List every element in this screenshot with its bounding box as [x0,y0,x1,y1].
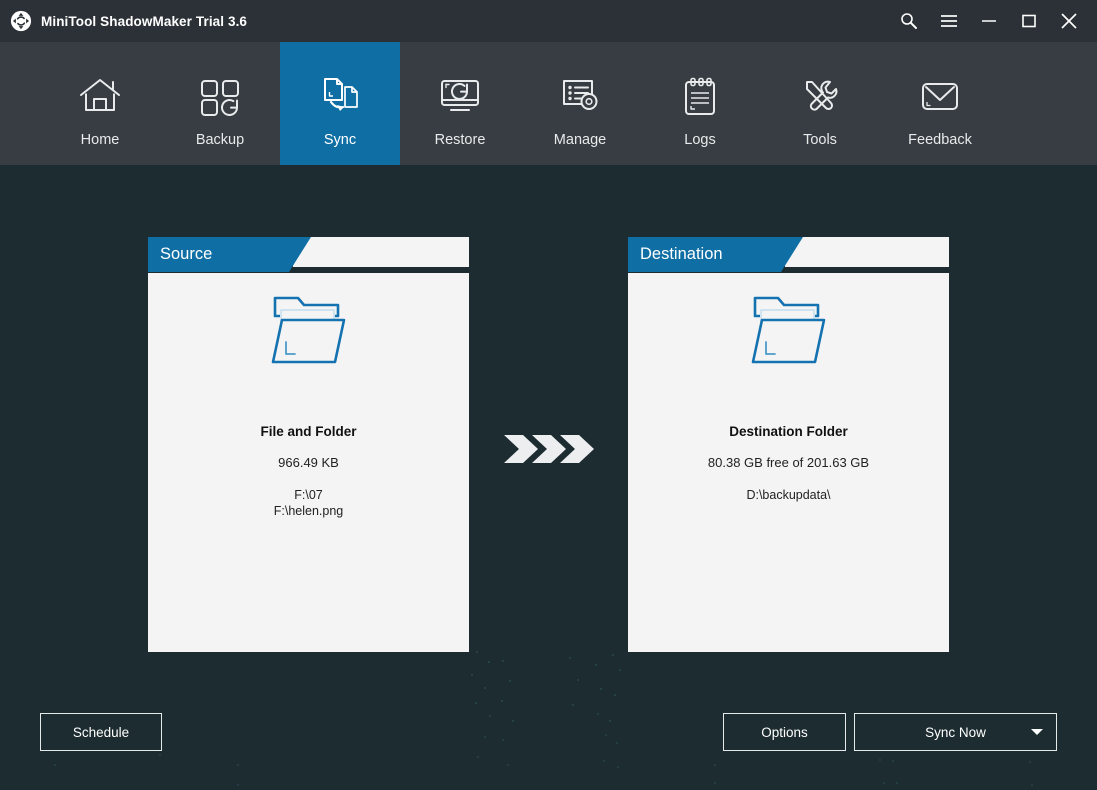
home-icon [80,79,120,111]
sync-documents-icon [324,78,358,111]
options-button[interactable]: Options [723,713,846,751]
restore-monitor-icon [441,80,479,111]
nav-label: Backup [195,132,245,148]
sync-now-button[interactable]: Sync Now [854,713,1057,751]
destination-panel: Destination Destination Folder 80.38 GB … [628,237,949,652]
destination-folder-button[interactable] [748,285,830,373]
nav-label: Feedback [908,132,972,148]
destination-header-strip [785,237,949,267]
nav-item-restore[interactable]: Restore [400,42,520,165]
source-panel: Source File and Folder 966.49 KB F:\07 F [148,237,469,652]
nav-item-feedback[interactable]: Feedback [880,42,1000,165]
feedback-envelope-icon [922,83,958,110]
destination-panel-body[interactable]: Destination Folder 80.38 GB free of 201.… [628,273,949,652]
nav-item-home[interactable]: Home [40,42,160,165]
sync-now-group: Sync Now [854,713,1057,751]
destination-tab: Destination [628,237,803,272]
destination-free-space: 80.38 GB free of 201.63 GB [707,455,870,470]
tools-wrench-screwdriver-icon [806,80,838,111]
source-tab-label: Source [160,245,213,263]
search-button[interactable] [889,0,929,42]
window-title: MiniTool ShadowMaker Trial 3.6 [41,13,248,29]
close-button[interactable] [1049,0,1089,42]
nav-icon-wrap [917,69,963,125]
app-window: MiniTool ShadowMaker Trial 3.6 Home Back… [0,0,1097,790]
nav-icon-wrap [198,69,242,125]
manage-list-gear-icon [563,80,598,110]
window-controls [889,0,1089,42]
nav-icon-wrap [437,69,483,125]
logs-clipboard-icon [685,77,715,115]
destination-panel-header: Destination [628,237,949,272]
source-size: 966.49 KB [278,455,339,470]
source-path-1: F:\helen.png [273,504,344,518]
folder-icon [751,296,825,364]
maximize-icon [1022,14,1036,28]
nav-label: Home [80,132,120,148]
nav-item-logs[interactable]: Logs [640,42,760,165]
nav-item-backup[interactable]: Backup [160,42,280,165]
source-panel-body[interactable]: File and Folder 966.49 KB F:\07 F:\helen… [148,273,469,652]
source-folder-button[interactable] [268,285,350,373]
nav-icon-wrap [558,69,602,125]
nav-item-sync[interactable]: Sync [280,42,400,165]
nav-icon-wrap [680,69,720,125]
minimize-icon [982,20,996,22]
transfer-arrows [500,428,600,470]
title-bar: MiniTool ShadowMaker Trial 3.6 [0,0,1097,42]
schedule-button[interactable]: Schedule [40,713,162,751]
destination-tab-label: Destination [640,245,723,263]
folder-icon [271,296,345,364]
destination-title: Destination Folder [729,424,848,439]
triple-chevron-right-icon [504,435,594,463]
caret-down-icon[interactable] [1031,729,1043,735]
nav-label: Restore [434,132,486,148]
source-tab: Source [148,237,311,272]
nav-icon-wrap [798,69,842,125]
menu-button[interactable] [929,0,969,42]
nav-icon-wrap [77,69,123,125]
source-path-0: F:\07 [294,488,323,502]
nav-icon-wrap [318,69,362,125]
backup-squares-icon [201,80,239,116]
maximize-button[interactable] [1009,0,1049,42]
nav-label: Sync [323,132,357,148]
source-panel-header: Source [148,237,469,272]
minimize-button[interactable] [969,0,1009,42]
sync-content-area: Source File and Folder 966.49 KB F:\07 F [0,165,1097,790]
close-icon [1061,13,1077,29]
search-icon [901,13,917,29]
destination-paths: D:\backupdata\ [746,487,830,503]
nav-label: Manage [553,132,607,148]
main-navigation: Home Backup Sync Restore Manage Logs Too… [0,42,1097,165]
hamburger-menu-icon [941,15,957,27]
source-paths: F:\07 F:\helen.png [274,487,344,519]
nav-label: Logs [684,132,716,148]
source-header-strip [293,237,469,267]
source-title: File and Folder [260,424,357,439]
nav-label: Tools [803,132,837,148]
nav-item-manage[interactable]: Manage [520,42,640,165]
nav-item-tools[interactable]: Tools [760,42,880,165]
destination-path: D:\backupdata\ [746,488,831,502]
minitool-sync-logo-icon [10,10,32,32]
